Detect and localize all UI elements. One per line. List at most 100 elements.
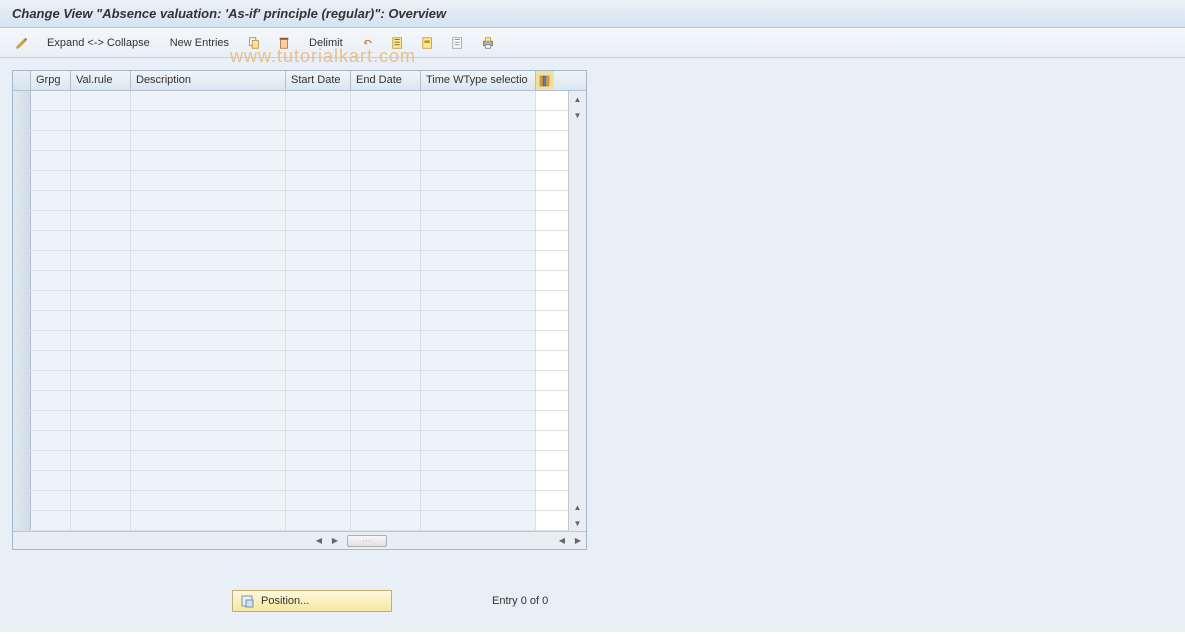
cell-start-date[interactable] xyxy=(286,91,351,110)
cell-valrule[interactable] xyxy=(71,451,131,470)
cell-end-date[interactable] xyxy=(351,271,421,290)
cell-grpg[interactable] xyxy=(31,371,71,390)
table-row[interactable] xyxy=(13,491,568,511)
table-row[interactable] xyxy=(13,431,568,451)
cell-start-date[interactable] xyxy=(286,151,351,170)
cell-start-date[interactable] xyxy=(286,271,351,290)
cell-grpg[interactable] xyxy=(31,291,71,310)
cell-start-date[interactable] xyxy=(286,111,351,130)
cell-grpg[interactable] xyxy=(31,91,71,110)
cell-valrule[interactable] xyxy=(71,151,131,170)
cell-end-date[interactable] xyxy=(351,191,421,210)
row-selector[interactable] xyxy=(13,191,31,210)
position-button[interactable]: Position... xyxy=(232,590,392,612)
new-entries-button[interactable]: New Entries xyxy=(161,33,238,53)
table-row[interactable] xyxy=(13,511,568,531)
cell-valrule[interactable] xyxy=(71,351,131,370)
scroll-down-arrow[interactable]: ▼ xyxy=(570,107,586,123)
column-start-date[interactable]: Start Date xyxy=(286,71,351,90)
cell-description[interactable] xyxy=(131,151,286,170)
cell-valrule[interactable] xyxy=(71,91,131,110)
table-row[interactable] xyxy=(13,211,568,231)
cell-end-date[interactable] xyxy=(351,451,421,470)
cell-start-date[interactable] xyxy=(286,451,351,470)
cell-end-date[interactable] xyxy=(351,211,421,230)
row-selector[interactable] xyxy=(13,111,31,130)
cell-start-date[interactable] xyxy=(286,411,351,430)
table-row[interactable] xyxy=(13,111,568,131)
cell-start-date[interactable] xyxy=(286,391,351,410)
cell-valrule[interactable] xyxy=(71,411,131,430)
horizontal-scrollbar[interactable]: ◀ ▶ ∙∙∙ ◀ ▶ xyxy=(13,531,586,549)
scroll-up-arrow[interactable]: ▲ xyxy=(570,91,586,107)
cell-start-date[interactable] xyxy=(286,491,351,510)
cell-description[interactable] xyxy=(131,311,286,330)
cell-grpg[interactable] xyxy=(31,231,71,250)
column-description[interactable]: Description xyxy=(131,71,286,90)
cell-start-date[interactable] xyxy=(286,231,351,250)
cell-grpg[interactable] xyxy=(31,211,71,230)
select-all-button[interactable] xyxy=(384,33,412,53)
row-selector[interactable] xyxy=(13,491,31,510)
cell-valrule[interactable] xyxy=(71,311,131,330)
row-selector[interactable] xyxy=(13,371,31,390)
copy-button[interactable] xyxy=(240,33,268,53)
row-selector[interactable] xyxy=(13,511,31,530)
cell-end-date[interactable] xyxy=(351,251,421,270)
cell-start-date[interactable] xyxy=(286,291,351,310)
row-selector[interactable] xyxy=(13,391,31,410)
column-end-date[interactable]: End Date xyxy=(351,71,421,90)
cell-start-date[interactable] xyxy=(286,371,351,390)
cell-end-date[interactable] xyxy=(351,291,421,310)
cell-description[interactable] xyxy=(131,91,286,110)
cell-time-wtype[interactable] xyxy=(421,251,536,270)
cell-description[interactable] xyxy=(131,291,286,310)
cell-time-wtype[interactable] xyxy=(421,151,536,170)
table-row[interactable] xyxy=(13,331,568,351)
row-selector[interactable] xyxy=(13,91,31,110)
cell-description[interactable] xyxy=(131,331,286,350)
cell-description[interactable] xyxy=(131,251,286,270)
cell-time-wtype[interactable] xyxy=(421,511,536,530)
select-block-button[interactable] xyxy=(414,33,442,53)
row-selector[interactable] xyxy=(13,291,31,310)
cell-valrule[interactable] xyxy=(71,211,131,230)
delete-button[interactable] xyxy=(270,33,298,53)
cell-start-date[interactable] xyxy=(286,431,351,450)
cell-grpg[interactable] xyxy=(31,171,71,190)
cell-grpg[interactable] xyxy=(31,151,71,170)
cell-description[interactable] xyxy=(131,451,286,470)
cell-time-wtype[interactable] xyxy=(421,311,536,330)
cell-time-wtype[interactable] xyxy=(421,171,536,190)
cell-time-wtype[interactable] xyxy=(421,471,536,490)
row-selector[interactable] xyxy=(13,131,31,150)
row-selector[interactable] xyxy=(13,471,31,490)
row-selector-header[interactable] xyxy=(13,71,31,90)
cell-end-date[interactable] xyxy=(351,171,421,190)
scroll-thumb[interactable]: ∙∙∙ xyxy=(347,535,387,547)
cell-valrule[interactable] xyxy=(71,171,131,190)
column-time-wtype[interactable]: Time WType selectio xyxy=(421,71,536,90)
cell-time-wtype[interactable] xyxy=(421,111,536,130)
cell-start-date[interactable] xyxy=(286,471,351,490)
cell-valrule[interactable] xyxy=(71,471,131,490)
cell-end-date[interactable] xyxy=(351,311,421,330)
table-config-button[interactable] xyxy=(536,71,554,90)
cell-valrule[interactable] xyxy=(71,251,131,270)
cell-time-wtype[interactable] xyxy=(421,491,536,510)
cell-valrule[interactable] xyxy=(71,491,131,510)
expand-collapse-button[interactable]: Expand <-> Collapse xyxy=(38,33,159,53)
cell-description[interactable] xyxy=(131,491,286,510)
cell-description[interactable] xyxy=(131,191,286,210)
cell-time-wtype[interactable] xyxy=(421,231,536,250)
cell-grpg[interactable] xyxy=(31,191,71,210)
cell-description[interactable] xyxy=(131,111,286,130)
cell-end-date[interactable] xyxy=(351,391,421,410)
cell-description[interactable] xyxy=(131,511,286,530)
column-valrule[interactable]: Val.rule xyxy=(71,71,131,90)
table-row[interactable] xyxy=(13,471,568,491)
table-row[interactable] xyxy=(13,171,568,191)
undo-button[interactable] xyxy=(354,33,382,53)
cell-time-wtype[interactable] xyxy=(421,131,536,150)
row-selector[interactable] xyxy=(13,331,31,350)
